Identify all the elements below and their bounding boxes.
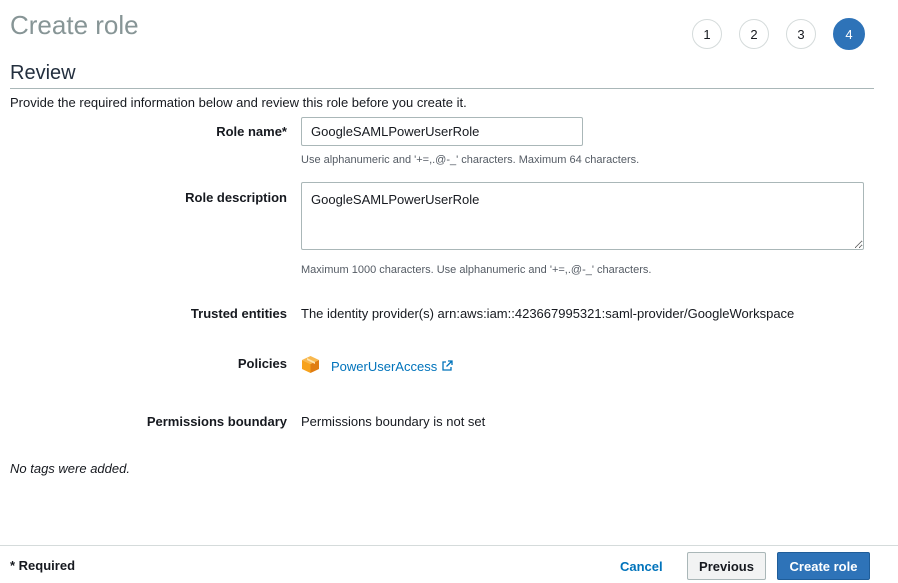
section-title: Review [10,62,76,84]
trusted-entities-value: The identity provider(s) arn:aws:iam::42… [301,306,795,321]
aws-managed-policy-icon [301,355,320,374]
page-title: Create role [10,10,139,40]
review-intro: Provide the required information below a… [10,95,467,110]
create-role-button[interactable]: Create role [777,552,870,580]
section-divider [10,88,874,89]
role-name-input[interactable] [301,117,583,146]
external-link-icon [441,360,453,372]
step-2[interactable]: 2 [739,19,769,49]
policies-label: Policies [237,356,287,371]
no-tags-note: No tags were added. [10,461,130,476]
trusted-entities-label: Trusted entities [190,306,287,321]
step-4-current: 4 [833,18,865,50]
wizard-steps: 1 2 3 4 [692,18,865,50]
role-name-label: Role name* [216,124,287,139]
permissions-boundary-value: Permissions boundary is not set [301,414,486,429]
role-name-hint: Use alphanumeric and '+=,.@-_' character… [301,154,640,166]
cancel-button[interactable]: Cancel [612,552,671,580]
role-description-hint: Maximum 1000 characters. Use alphanumeri… [301,264,652,276]
footer-divider [0,545,898,546]
role-description-textarea[interactable]: GoogleSAMLPowerUserRole [301,182,864,250]
previous-button[interactable]: Previous [687,552,766,580]
policy-link-label: PowerUserAccess [331,359,438,374]
step-1[interactable]: 1 [692,19,722,49]
step-3[interactable]: 3 [786,19,816,49]
policy-link-poweruseraccess[interactable]: PowerUserAccess [331,359,453,374]
role-description-label: Role description [185,190,287,205]
required-note: * Required [10,558,76,573]
permissions-boundary-label: Permissions boundary [146,414,287,429]
